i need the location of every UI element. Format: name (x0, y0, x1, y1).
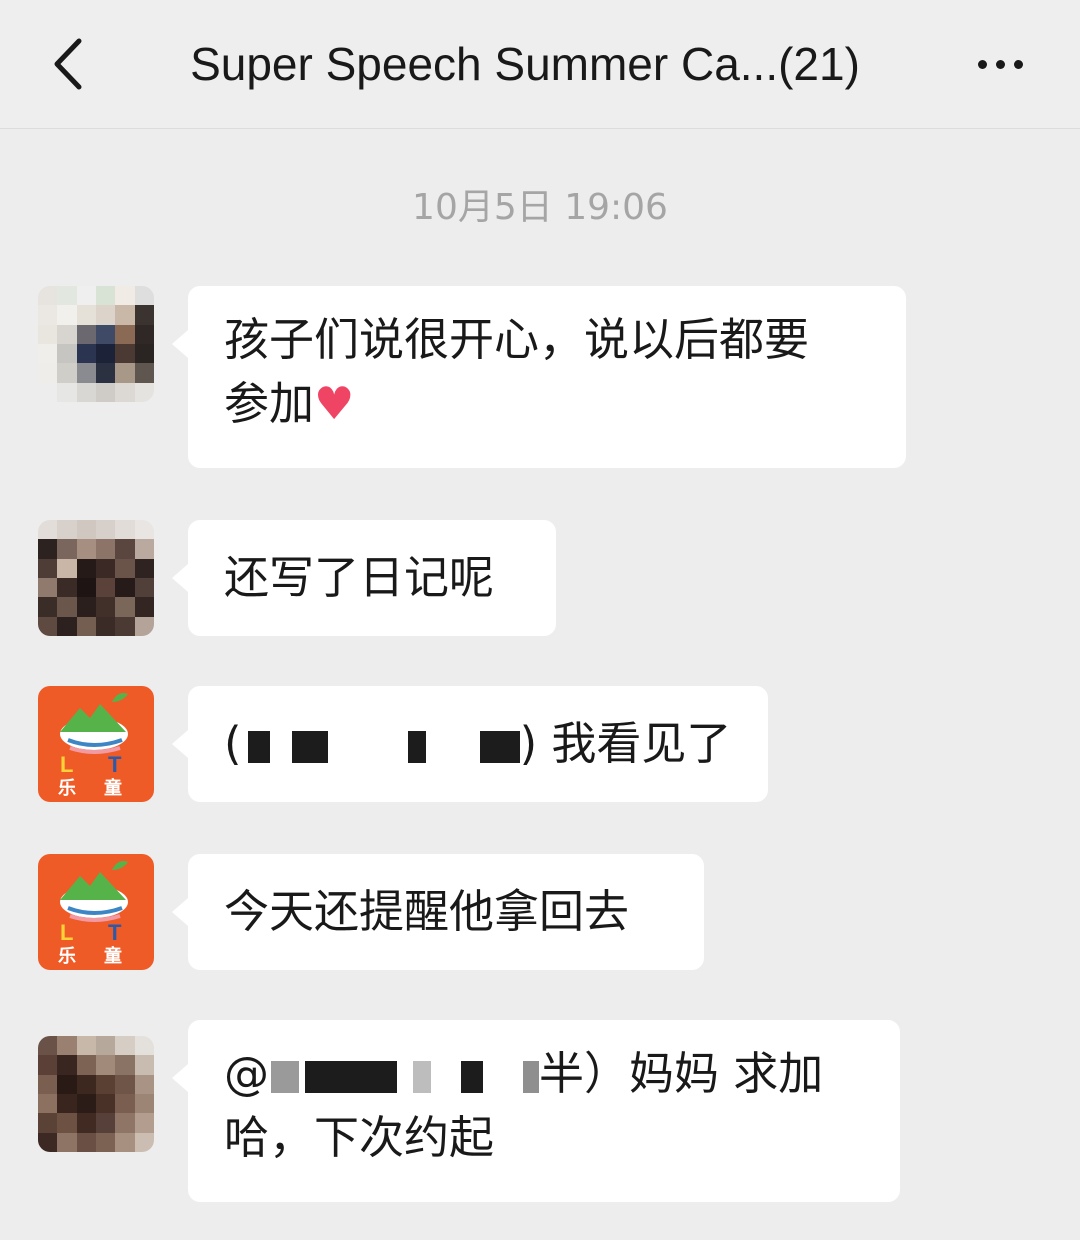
dot-icon (995, 59, 1005, 69)
message-text: 孩子们说很开心，说以后都要 (224, 313, 810, 366)
message-bubble[interactable]: 孩子们说很开心，说以后都要 参加♥ (172, 286, 906, 468)
message-text: @ (224, 1047, 269, 1100)
logo-mountain-icon: L T 乐 童 (58, 861, 128, 967)
redaction-block (461, 1061, 483, 1093)
chat-title: Super Speech Summer Ca...(21) (190, 38, 860, 90)
svg-text:童: 童 (104, 777, 122, 799)
message-text: 参加 (224, 377, 315, 430)
redaction-block (413, 1061, 431, 1093)
dot-icon (977, 59, 987, 69)
message-bubble[interactable]: 还写了日记呢 (172, 520, 556, 636)
heart-emoji-icon: ♥ (314, 377, 355, 430)
message-bubble[interactable]: ( ) 我看见了 (172, 686, 768, 802)
message-bubble[interactable]: @ 半）妈妈 求加 哈，下次约起 (172, 1020, 900, 1202)
svg-text:乐: 乐 (58, 778, 76, 799)
avatar[interactable]: L T 乐 童 (38, 686, 154, 802)
avatar[interactable] (38, 286, 154, 402)
redaction-block (407, 731, 426, 763)
blurred-avatar-image (38, 286, 154, 402)
message-text: 哈，下次约起 (224, 1111, 495, 1164)
redaction-block (247, 731, 270, 763)
redaction-block (271, 1061, 299, 1093)
svg-text:L: L (60, 752, 73, 777)
logo-mountain-icon: L T 乐 童 (58, 693, 128, 799)
message-text: ( (224, 717, 242, 770)
message-text: 还写了日记呢 (224, 551, 495, 604)
chat-header: Super Speech Summer Ca...(21) (0, 0, 1080, 129)
svg-text:T: T (108, 752, 122, 777)
blurred-avatar-image (38, 1036, 154, 1152)
chevron-left-icon (54, 38, 82, 90)
redaction-block (291, 731, 328, 763)
blurred-avatar-image (38, 520, 154, 636)
message-text: 今天还提醒他拿回去 (224, 885, 630, 938)
avatar[interactable] (38, 1036, 154, 1152)
redaction-block (523, 1061, 539, 1093)
lt-logo: L T 乐 童 (38, 686, 154, 802)
svg-text:T: T (108, 920, 122, 945)
back-button[interactable] (38, 32, 98, 96)
message-text: ) 我看见了 (519, 717, 732, 770)
message-bubble[interactable]: 今天还提醒他拿回去 (172, 854, 704, 970)
svg-text:L: L (60, 920, 73, 945)
redaction-block (479, 731, 520, 763)
dot-icon (1013, 59, 1023, 69)
svg-text:乐: 乐 (58, 946, 76, 967)
svg-text:童: 童 (104, 945, 122, 967)
redaction-block (305, 1061, 397, 1093)
lt-logo: L T 乐 童 (38, 854, 154, 970)
more-options-button[interactable] (960, 34, 1040, 94)
avatar[interactable] (38, 520, 154, 636)
message-timestamp: 10月5日 19:06 (412, 187, 668, 228)
avatar[interactable]: L T 乐 童 (38, 854, 154, 970)
message-text: 半）妈妈 求加 (539, 1047, 824, 1100)
